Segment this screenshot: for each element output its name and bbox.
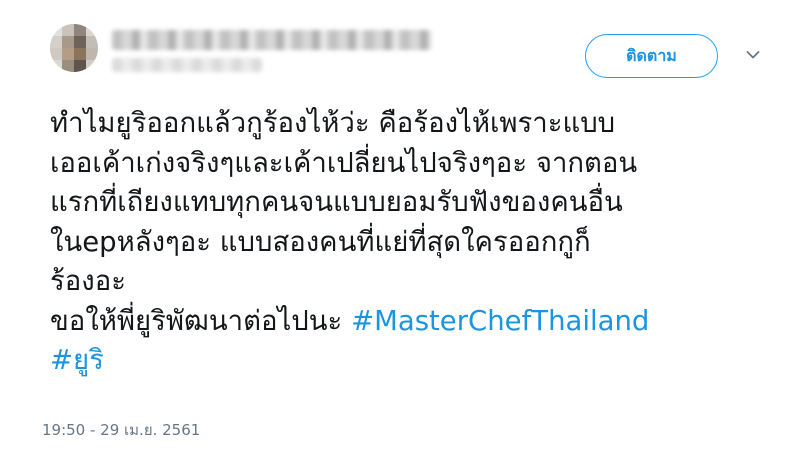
user-display-name-blurred[interactable] [112,30,432,50]
more-options-button[interactable] [738,40,768,70]
tweet-text: ทำไมยูริออกแล้วกูร้องไห้ว่ะ คือร้องไห้เพ… [50,104,780,381]
tweet-text-line: ร้องอะ [50,265,127,297]
tweet-text-line: เออเค้าเก่งจริงๆและเค้าเปลี่ยนไปจริงๆอะ … [50,146,638,179]
hashtag-link[interactable]: #ยูริ [50,344,104,376]
follow-button-label: ติดตาม [626,45,677,65]
avatar[interactable] [50,24,98,72]
tweet-timestamp[interactable]: 19:50 - 29 เม.ย. 2561 [42,418,200,442]
chevron-down-icon [746,51,760,59]
tweet-text-line: #ยูริ [50,341,780,381]
tweet-card: ติดตาม ทำไมยูริออกแล้วกูร้องไห้ว่ะ คือร้… [0,0,800,449]
tweet-text-segment: ขอให้พี่ยูริพัฒนาต่อไปนะ [50,304,352,337]
tweet-text-line: ขอให้พี่ยูริพัฒนาต่อไปนะ #MasterChefThai… [50,302,780,342]
hashtag-link[interactable]: #MasterChefThailand [351,305,649,337]
follow-button[interactable]: ติดตาม [585,34,718,78]
user-handle-blurred[interactable] [112,58,262,72]
tweet-text-line: ทำไมยูริออกแล้วกูร้องไห้ว่ะ คือร้องไห้เพ… [50,107,616,139]
tweet-text-line: แรกที่เถียงแทบทุกคนจนแบบยอมรับฟังของคนอื… [50,186,623,218]
tweet-text-line: ในepหลังๆอะ แบบสองคนที่แย่ที่สุดใครออกกู… [50,225,591,258]
